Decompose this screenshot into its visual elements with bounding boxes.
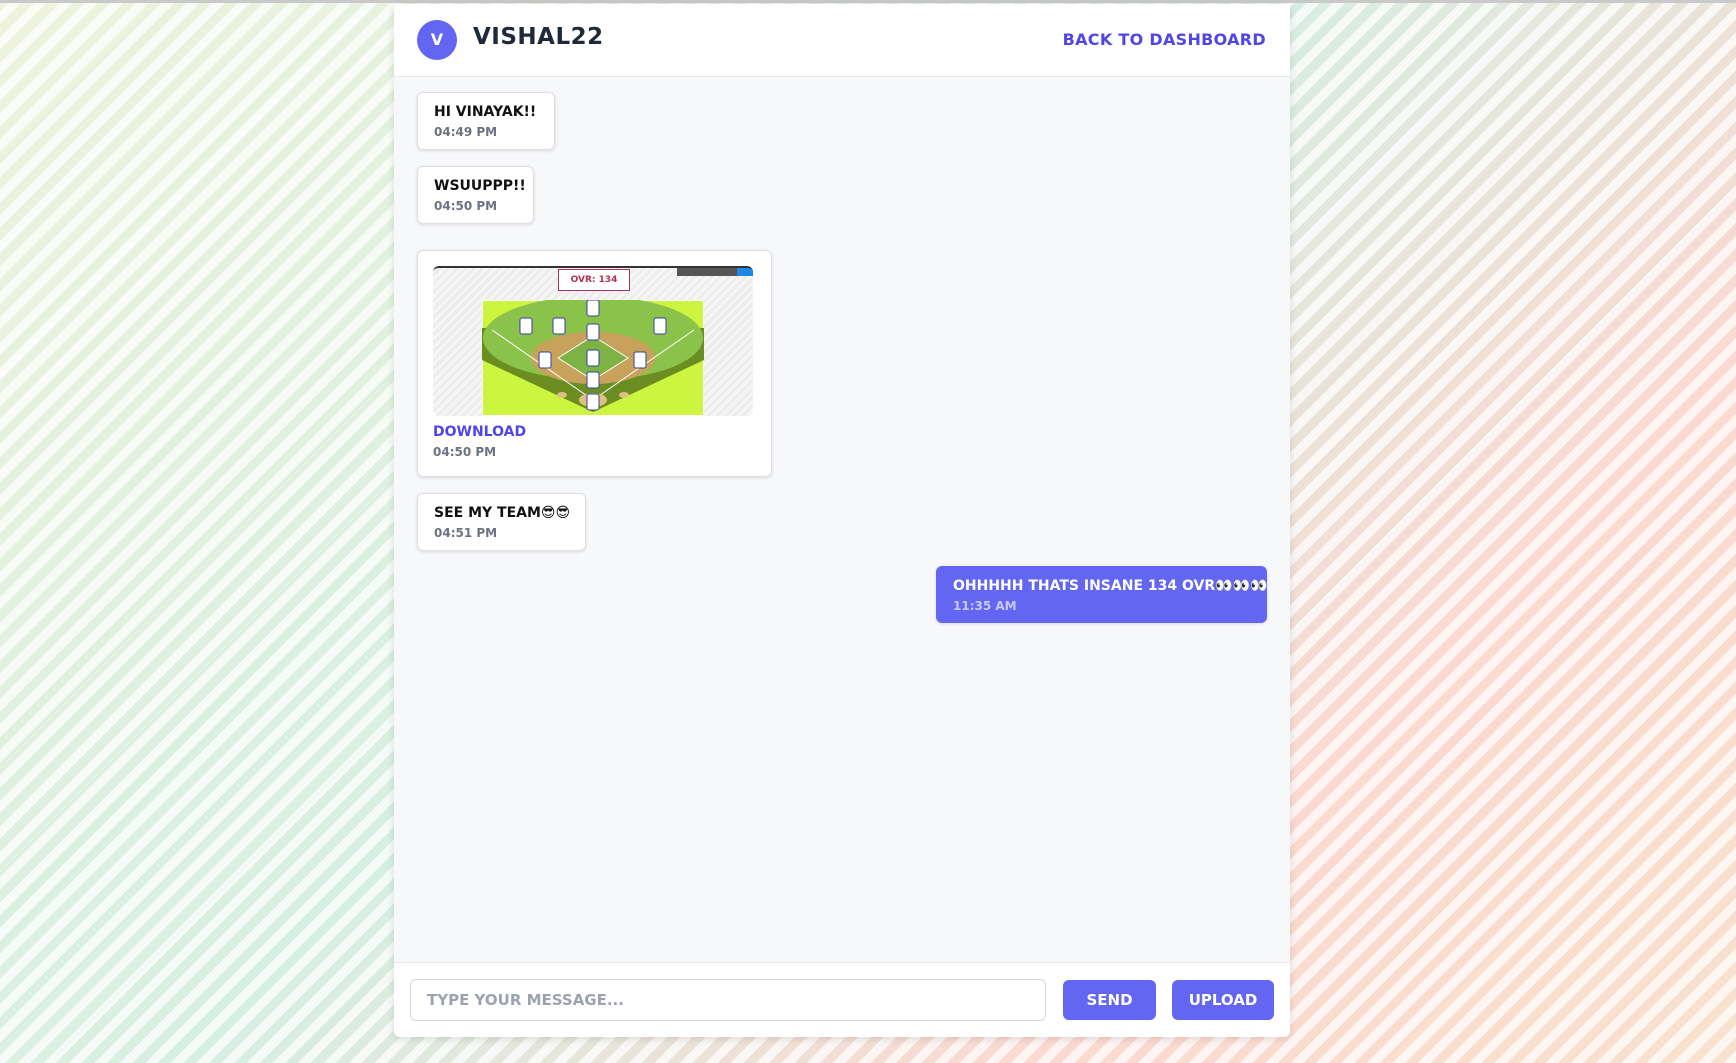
message-text: WSUUPPP!!: [434, 178, 526, 194]
message-time: 04:49 PM: [434, 125, 498, 139]
upload-button[interactable]: UPLOAD: [1172, 980, 1274, 1020]
message-composer: SEND UPLOAD: [394, 962, 1290, 1037]
message-text: SEE MY TEAM😎😎: [434, 505, 571, 521]
baseball-field-graphic: [482, 300, 704, 416]
message-bubble: HI VINAYAK!! 04:49 PM: [417, 92, 555, 150]
message-input[interactable]: [410, 979, 1046, 1021]
send-button[interactable]: SEND: [1063, 980, 1156, 1020]
browser-top-border: [0, 0, 1736, 3]
message-time: 04:50 PM: [433, 445, 497, 459]
message-bubble: SEE MY TEAM😎😎 04:51 PM: [417, 493, 586, 551]
chat-window: V VISHAL22 BACK TO DASHBOARD HI VINAYAK!…: [394, 4, 1290, 1037]
message-bubble: WSUUPPP!! 04:50 PM: [417, 166, 534, 224]
ovr-label: OVR: 134: [558, 269, 630, 291]
message-text: OHHHHH THATS INSANE 134 OVR👀👀👀: [953, 578, 1268, 594]
download-link[interactable]: DOWNLOAD: [433, 424, 756, 440]
team-screenshot-image[interactable]: OVR: 134: [433, 266, 753, 416]
browser-bar: [677, 268, 753, 276]
message-time: 11:35 AM: [953, 599, 1017, 613]
chat-header: V VISHAL22 BACK TO DASHBOARD: [394, 4, 1290, 77]
message-time: 04:50 PM: [434, 199, 498, 213]
chat-username: VISHAL22: [473, 24, 604, 50]
my-message-bubble: OHHHHH THATS INSANE 134 OVR👀👀👀 11:35 AM: [936, 566, 1267, 623]
avatar: V: [417, 20, 457, 60]
message-time: 04:51 PM: [434, 526, 498, 540]
image-message-bubble: OVR: 134 DOWNLOAD 04:50 PM: [417, 250, 772, 477]
back-to-dashboard-link[interactable]: BACK TO DASHBOARD: [1063, 30, 1266, 49]
message-text: HI VINAYAK!!: [434, 104, 537, 120]
